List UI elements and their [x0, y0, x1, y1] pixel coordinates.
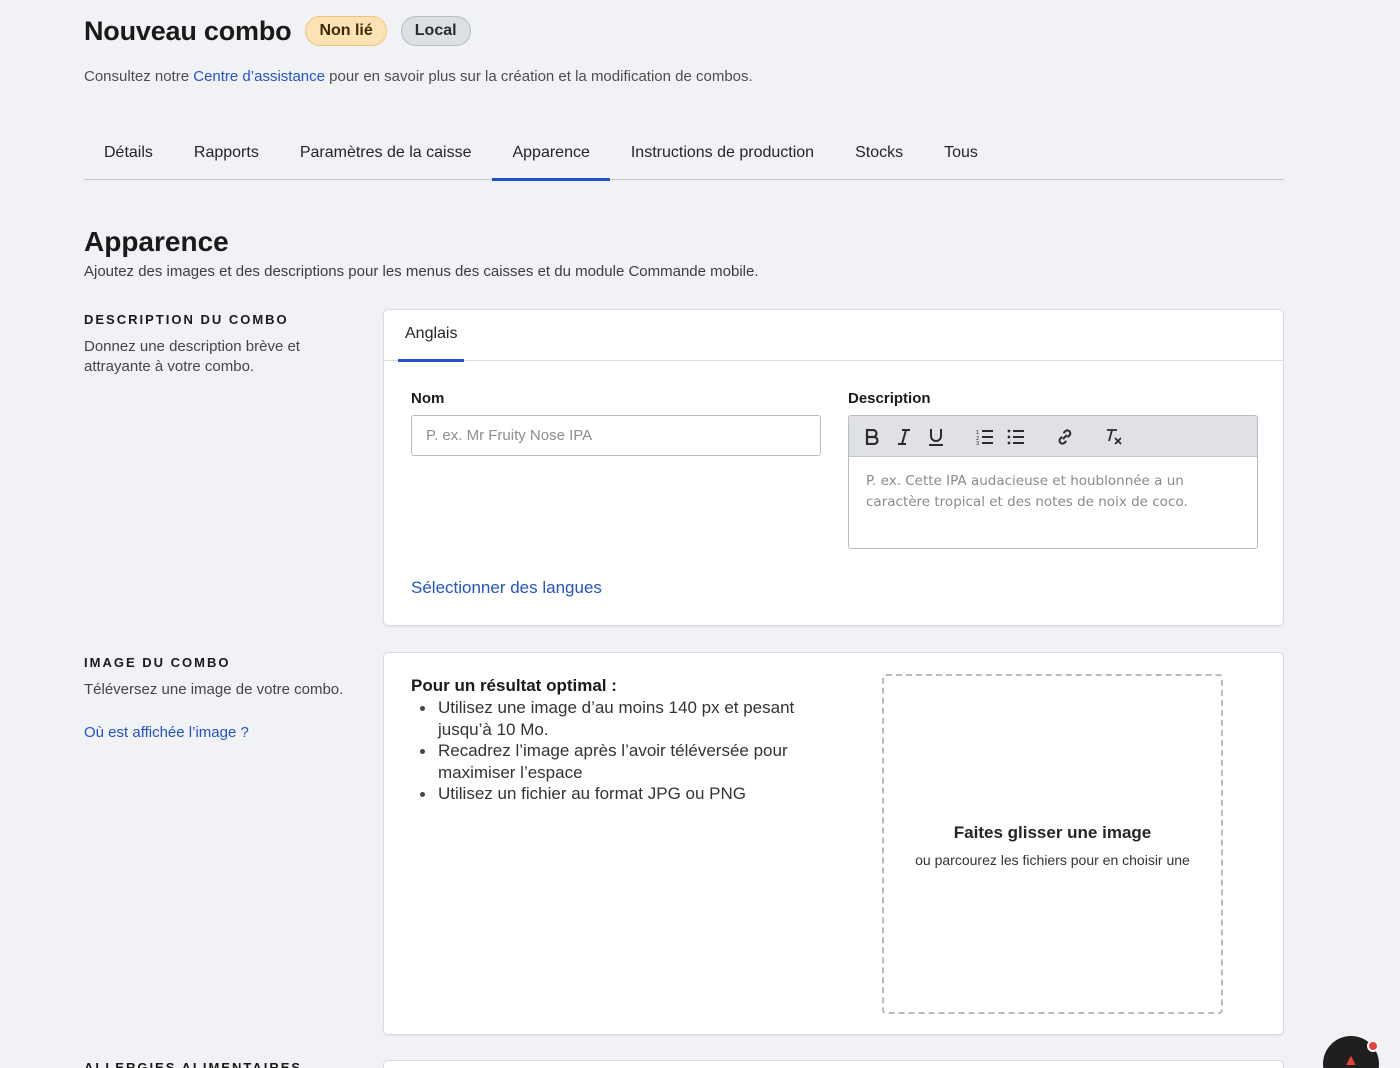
- tab-all[interactable]: Tous: [924, 132, 998, 180]
- image-tips: Pour un résultat optimal : Utilisez une …: [411, 675, 831, 805]
- description-help: Donnez une description brève et attrayan…: [84, 338, 300, 375]
- tips-list: Utilisez une image d’au moins 140 px et …: [411, 697, 831, 805]
- tab-production-instructions[interactable]: Instructions de production: [611, 132, 834, 180]
- ordered-list-icon[interactable]: 123: [973, 425, 997, 449]
- image-help: Téléversez une image de votre combo.: [84, 681, 344, 698]
- select-languages-link[interactable]: Sélectionner des langues: [411, 578, 602, 598]
- image-location-link[interactable]: Où est affichée l’image ?: [84, 724, 354, 741]
- dropzone-subtitle: ou parcourez les fichiers pour en choisi…: [915, 852, 1190, 868]
- language-tabs: Anglais: [384, 310, 1283, 362]
- description-card: Anglais Nom Description 123: [383, 309, 1284, 626]
- tab-details[interactable]: Détails: [84, 132, 173, 180]
- editor-toolbar: 123: [849, 416, 1257, 457]
- tip-item: Utilisez un fichier au format JPG ou PNG: [411, 783, 831, 805]
- description-caption: DESCRIPTION DU COMBO: [84, 312, 289, 327]
- tab-reports[interactable]: Rapports: [174, 132, 279, 180]
- notification-dot: [1367, 1040, 1379, 1052]
- image-card: Pour un résultat optimal : Utilisez une …: [383, 652, 1284, 1035]
- name-label: Nom: [411, 390, 445, 407]
- language-tab-english[interactable]: Anglais: [398, 310, 465, 362]
- tab-stock[interactable]: Stocks: [835, 132, 923, 180]
- tips-title: Pour un résultat optimal :: [411, 676, 617, 695]
- help-center-link[interactable]: Centre d’assistance: [193, 68, 325, 85]
- allergies-card: [383, 1060, 1284, 1068]
- section-title: Apparence: [84, 226, 229, 257]
- bold-icon[interactable]: [860, 425, 884, 449]
- tab-appearance[interactable]: Apparence: [492, 132, 611, 181]
- svg-text:3: 3: [976, 441, 979, 445]
- tab-register-settings[interactable]: Paramètres de la caisse: [280, 132, 492, 180]
- clear-format-icon[interactable]: [1102, 425, 1126, 449]
- tip-item: Recadrez l’image après l’avoir téléversé…: [411, 740, 831, 783]
- image-dropzone[interactable]: Faites glisser une image ou parcourez le…: [882, 674, 1223, 1014]
- name-input[interactable]: [411, 415, 821, 456]
- image-side-label: IMAGE DU COMBO Téléversez une image de v…: [84, 655, 354, 741]
- description-editor: 123 P. ex. Cette IPA audacieuse et houbl…: [848, 415, 1258, 549]
- status-badge-local: Local: [400, 16, 471, 46]
- description-editor-placeholder[interactable]: P. ex. Cette IPA audacieuse et houblonné…: [849, 457, 1257, 527]
- section-subtitle: Ajoutez des images et des descriptions p…: [84, 263, 759, 280]
- page-header: Nouveau combo Non lié Local Consultez no…: [84, 14, 1284, 86]
- page-subtitle: Consultez notre Centre d’assistance pour…: [84, 68, 1284, 85]
- status-badge-unlinked: Non lié: [305, 16, 387, 46]
- subtitle-text-before: Consultez notre: [84, 68, 194, 85]
- flame-icon: ▲: [1343, 1052, 1359, 1068]
- description-label: Description: [848, 390, 931, 407]
- bullet-list-icon[interactable]: [1004, 425, 1028, 449]
- image-caption: IMAGE DU COMBO: [84, 655, 231, 670]
- italic-icon[interactable]: [892, 425, 916, 449]
- tab-bar: Détails Rapports Paramètres de la caisse…: [84, 132, 1284, 181]
- dropzone-title: Faites glisser une image: [953, 823, 1152, 842]
- tip-item: Utilisez une image d’au moins 140 px et …: [411, 697, 831, 740]
- underline-icon[interactable]: [924, 425, 948, 449]
- description-side-label: DESCRIPTION DU COMBO Donnez une descript…: [84, 312, 354, 377]
- page-title: Nouveau combo: [84, 15, 292, 46]
- subtitle-text-after: pour en savoir plus sur la création et l…: [324, 68, 753, 85]
- link-icon[interactable]: [1053, 425, 1077, 449]
- allergies-caption: ALLERGIES ALIMENTAIRES: [84, 1060, 303, 1068]
